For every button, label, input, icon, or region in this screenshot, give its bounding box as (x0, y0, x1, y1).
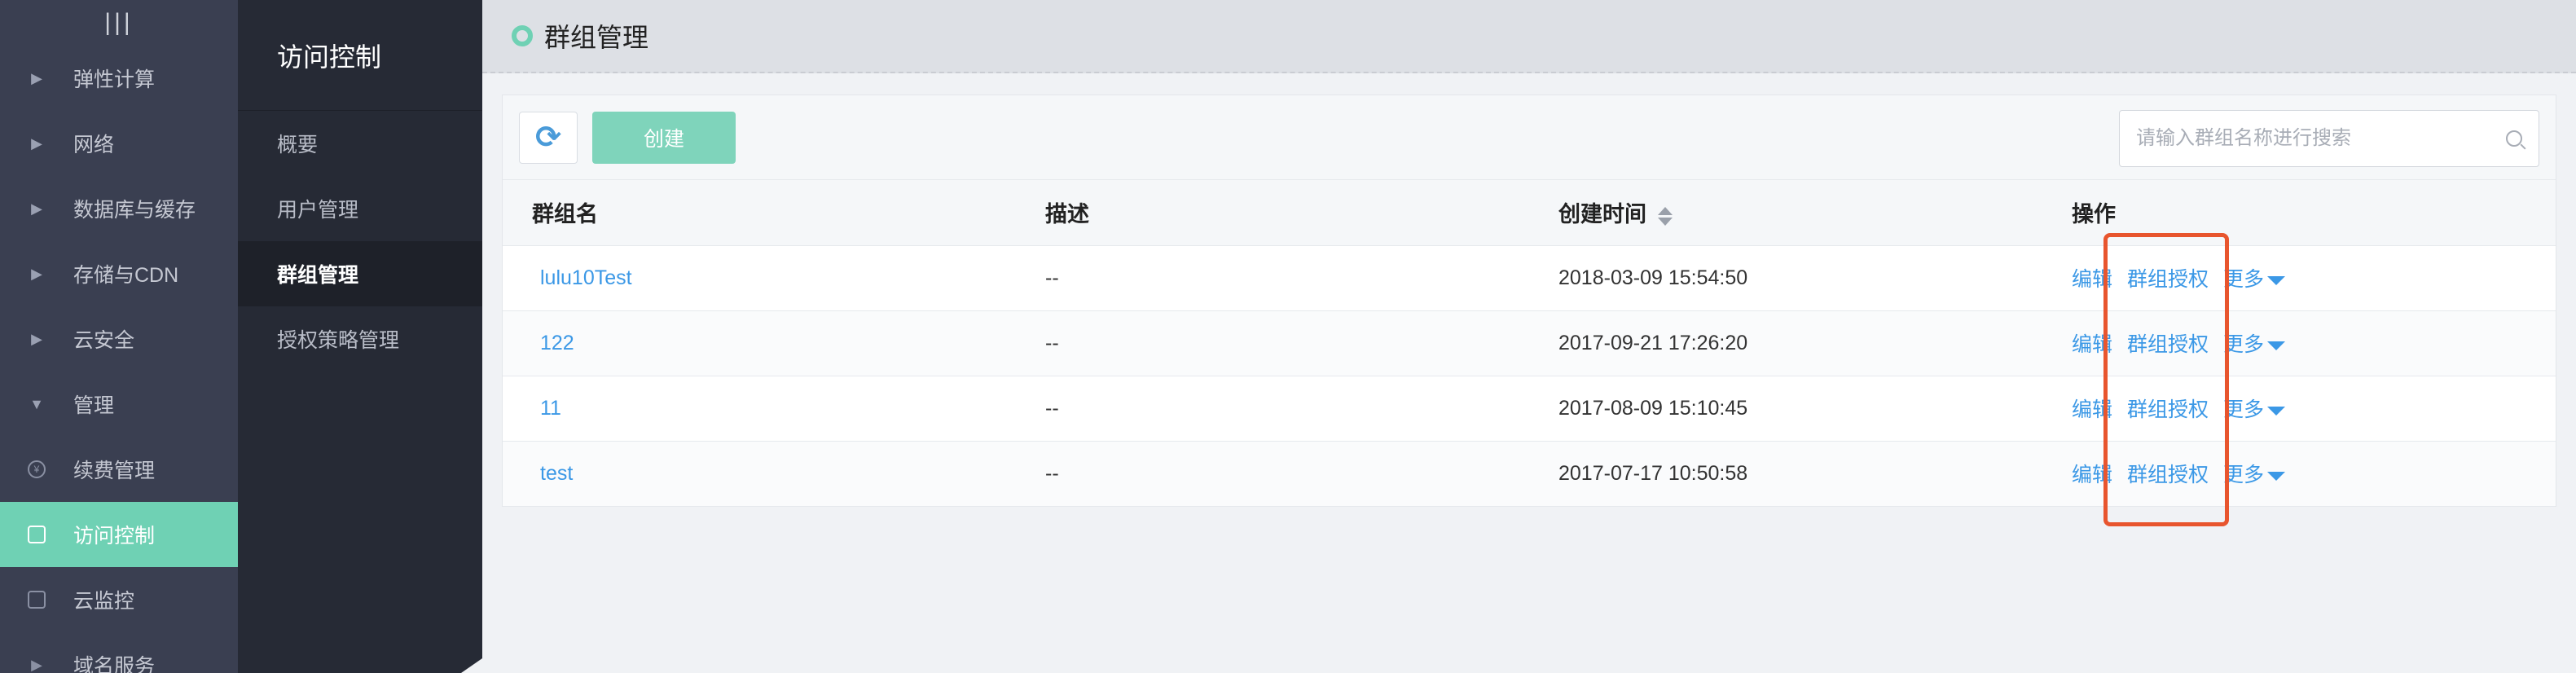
group-name-link[interactable]: test (532, 462, 573, 485)
search-box[interactable] (2119, 110, 2539, 167)
table-row: lulu10Test -- 2018-03-09 15:54:50 编辑 群组授权… (503, 245, 2556, 311)
search-icon[interactable] (2506, 130, 2522, 147)
col-description: 描述 (1016, 180, 1529, 246)
more-label: 更多 (2223, 398, 2265, 421)
nav-item-label: 云安全 (73, 329, 135, 352)
subnav-title: 访问控制 (238, 0, 482, 111)
col-created-time[interactable]: 创建时间 (1529, 180, 2042, 246)
nav-item-label: 存储与CDN (73, 264, 179, 287)
caret-right-icon: ▶ (31, 265, 42, 282)
caret-right-icon: ▶ (31, 330, 42, 347)
group-created-time: 2017-07-17 10:50:58 (1529, 441, 2042, 507)
more-dropdown[interactable]: 更多 (2223, 464, 2286, 486)
table-row: 122 -- 2017-09-21 17:26:20 编辑 群组授权 更多 (503, 310, 2556, 376)
edit-link[interactable]: 编辑 (2072, 398, 2112, 421)
more-dropdown[interactable]: 更多 (2223, 333, 2286, 356)
group-created-time: 2017-09-21 17:26:20 (1529, 310, 2042, 376)
nav-item-management[interactable]: ▼ 管理 (0, 372, 238, 437)
sort-icon[interactable] (1658, 206, 1673, 226)
group-created-time: 2017-08-09 15:10:45 (1529, 376, 2042, 442)
refresh-icon: ⟳ (535, 121, 561, 155)
table-row: test -- 2017-07-17 10:50:58 编辑 群组授权 更多 (503, 441, 2556, 507)
yen-icon: ¥ (28, 460, 46, 478)
nav-item-access-control[interactable]: 访问控制 (0, 502, 238, 567)
nav-item-label: 访问控制 (73, 525, 156, 548)
collapse-notch (461, 658, 482, 673)
group-created-time: 2018-03-09 15:54:50 (1529, 245, 2042, 311)
nav-item-label: 弹性计算 (73, 68, 156, 91)
subnav-item-groups[interactable]: 群组管理 (238, 241, 482, 306)
main-nav: ||| ▶ 弹性计算 ▶ 网络 ▶ 数据库与缓存 ▶ 存储与CDN ▶ 云安全 … (0, 0, 238, 673)
menu-toggle-icon[interactable]: ||| (0, 0, 238, 46)
table-header-row: 群组名 描述 创建时间 操作 (503, 180, 2556, 246)
toolbar: ⟳ 创建 (503, 95, 2556, 180)
caret-down-icon (2267, 341, 2286, 350)
more-dropdown[interactable]: 更多 (2223, 398, 2286, 421)
group-description: -- (1016, 245, 1529, 311)
subnav-item-overview[interactable]: 概要 (238, 111, 482, 176)
group-name-link[interactable]: lulu10Test (532, 266, 632, 289)
monitor-icon (28, 591, 46, 609)
nav-item-label: 云监控 (73, 590, 135, 613)
page-title: 群组管理 (544, 23, 649, 52)
caret-right-icon: ▶ (31, 656, 42, 673)
group-table: 群组名 描述 创建时间 操作 lulu10Test -- 2018-03-09 … (503, 180, 2556, 507)
caret-right-icon: ▶ (31, 200, 42, 217)
caret-down-icon: ▼ (29, 395, 44, 412)
nav-item-label: 续费管理 (73, 460, 156, 482)
col-created-time-label: 创建时间 (1558, 202, 1646, 227)
caret-down-icon (2267, 275, 2286, 285)
nav-item-cloud-security[interactable]: ▶ 云安全 (0, 306, 238, 372)
edit-link[interactable]: 编辑 (2072, 464, 2112, 486)
nav-item-storage-cdn[interactable]: ▶ 存储与CDN (0, 241, 238, 306)
group-description: -- (1016, 310, 1529, 376)
caret-down-icon (2267, 471, 2286, 481)
sub-nav: 访问控制 概要 用户管理 群组管理 授权策略管理 (238, 0, 482, 673)
nav-item-database-cache[interactable]: ▶ 数据库与缓存 (0, 176, 238, 241)
nav-item-label: 数据库与缓存 (73, 199, 196, 222)
main-content: 群组管理 ⟳ 创建 群组名 描述 创建时间 操作 (482, 0, 2576, 673)
subnav-item-policies[interactable]: 授权策略管理 (238, 306, 482, 372)
more-label: 更多 (2223, 268, 2265, 291)
nav-item-cloud-monitor[interactable]: 云监控 (0, 567, 238, 632)
title-dot-icon (512, 25, 533, 46)
group-authorize-link[interactable]: 群组授权 (2127, 268, 2209, 291)
nav-item-renewal[interactable]: ¥ 续费管理 (0, 437, 238, 502)
more-label: 更多 (2223, 333, 2265, 356)
nav-item-network[interactable]: ▶ 网络 (0, 111, 238, 176)
group-authorize-link[interactable]: 群组授权 (2127, 398, 2209, 421)
col-group-name: 群组名 (503, 180, 1016, 246)
nav-item-elastic-compute[interactable]: ▶ 弹性计算 (0, 46, 238, 111)
group-description: -- (1016, 441, 1529, 507)
nav-item-label: 网络 (73, 134, 115, 156)
table-row: 11 -- 2017-08-09 15:10:45 编辑 群组授权 更多 (503, 376, 2556, 442)
search-input[interactable] (2136, 127, 2506, 150)
refresh-button[interactable]: ⟳ (519, 111, 578, 164)
group-authorize-link[interactable]: 群组授权 (2127, 464, 2209, 486)
group-panel: ⟳ 创建 群组名 描述 创建时间 操作 lulu10Test -- (502, 95, 2556, 507)
page-header: 群组管理 (482, 0, 2576, 73)
nav-item-label: 域名服务 (73, 655, 156, 673)
subnav-item-users[interactable]: 用户管理 (238, 176, 482, 241)
edit-link[interactable]: 编辑 (2072, 333, 2112, 356)
caret-right-icon: ▶ (31, 134, 42, 152)
caret-right-icon: ▶ (31, 69, 42, 86)
group-description: -- (1016, 376, 1529, 442)
more-dropdown[interactable]: 更多 (2223, 268, 2286, 291)
create-button[interactable]: 创建 (592, 111, 736, 164)
col-actions: 操作 (2042, 180, 2556, 246)
group-authorize-link[interactable]: 群组授权 (2127, 333, 2209, 356)
group-name-link[interactable]: 11 (532, 397, 561, 420)
caret-down-icon (2267, 406, 2286, 416)
nav-item-domain-service[interactable]: ▶ 域名服务 (0, 632, 238, 673)
group-name-link[interactable]: 122 (532, 332, 574, 354)
user-card-icon (28, 526, 46, 543)
nav-item-label: 管理 (73, 394, 115, 417)
more-label: 更多 (2223, 464, 2265, 486)
edit-link[interactable]: 编辑 (2072, 268, 2112, 291)
